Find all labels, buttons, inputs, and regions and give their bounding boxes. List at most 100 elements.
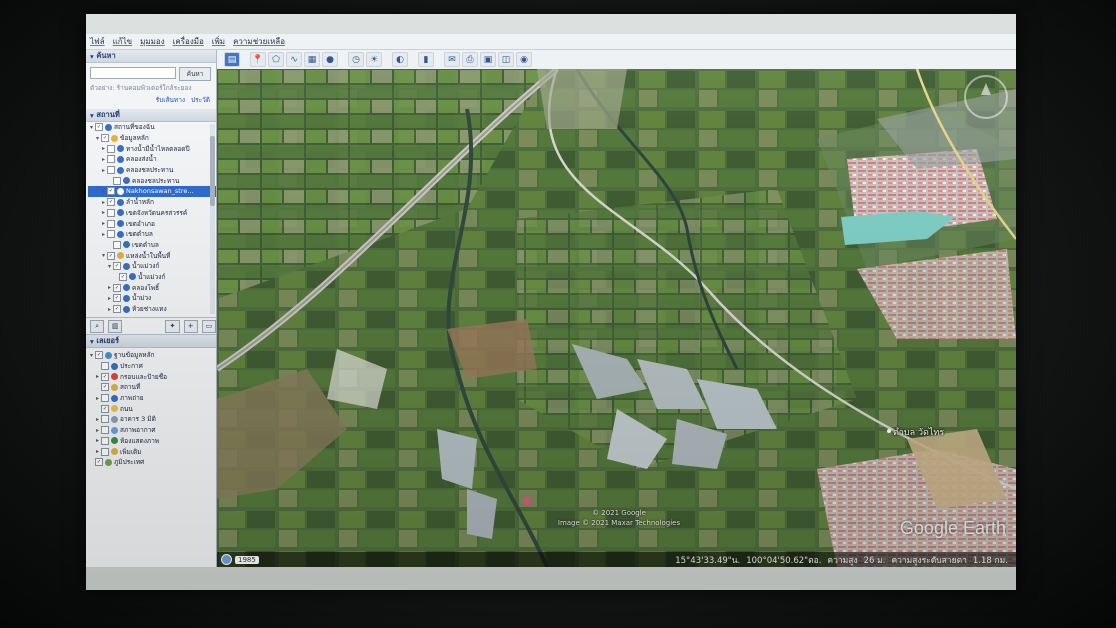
- places-panel-header[interactable]: ▾ สถานที่: [86, 109, 216, 122]
- visibility-checkbox[interactable]: [107, 219, 115, 228]
- folder-view-icon[interactable]: ▭: [201, 319, 216, 333]
- visibility-checkbox[interactable]: [101, 415, 109, 424]
- search-button[interactable]: ค้นหา: [179, 67, 211, 81]
- search-places-icon[interactable]: ⌕: [90, 319, 105, 333]
- planets-icon[interactable]: ◐: [392, 52, 408, 67]
- image-overlay-icon[interactable]: ▦: [304, 52, 320, 67]
- places-tree-item[interactable]: ▸ คลองชลประทาน: [88, 165, 216, 176]
- layers-panel-header[interactable]: ▾ เลเยอร์: [86, 335, 216, 348]
- layers-tree-item[interactable]: ✓ ภูมิประเทศ: [88, 457, 216, 468]
- places-tree-item[interactable]: ▸ ✓ น้ำม่วง: [88, 293, 216, 304]
- expand-icon[interactable]: ▸: [94, 437, 101, 444]
- expand-icon[interactable]: ▸: [94, 448, 101, 455]
- places-tree-item[interactable]: ▸ ทางน้ำมีน้ำไหลตลอดปี: [88, 143, 216, 154]
- places-tree-item[interactable]: ▾ ✓ น้ำแม่วงก์: [88, 261, 216, 272]
- places-tree-item[interactable]: คลองชลประทาน: [88, 175, 216, 186]
- visibility-checkbox[interactable]: [107, 166, 115, 175]
- email-icon[interactable]: ✉: [444, 52, 460, 67]
- search-input[interactable]: [90, 67, 176, 79]
- menu-item-0[interactable]: ไฟล์: [86, 35, 109, 48]
- expand-icon[interactable]: ▾: [94, 135, 101, 142]
- expand-icon[interactable]: ▸: [100, 145, 107, 152]
- places-tree-item[interactable]: ▸ ✓ ลำน้ำหลัก: [88, 197, 216, 208]
- visibility-checkbox[interactable]: ✓: [107, 251, 115, 260]
- history-link[interactable]: ประวัติ: [191, 95, 210, 105]
- save-image-icon[interactable]: ▣: [480, 52, 496, 67]
- layers-tree-item[interactable]: ▸ สภาพอากาศ: [88, 425, 216, 436]
- expand-icon[interactable]: ▸: [94, 373, 101, 380]
- places-tree-item[interactable]: ▸ เขตอำเภอ: [88, 218, 216, 229]
- expand-icon[interactable]: ▸: [106, 295, 113, 302]
- places-tree-item[interactable]: ▾ ✓ ข้อมูลหลัก: [88, 133, 216, 144]
- visibility-checkbox[interactable]: ✓: [95, 458, 103, 467]
- places-tree-item[interactable]: ▸ เขตจังหวัดนครสวรรค์: [88, 208, 216, 219]
- layers-tree-item[interactable]: ✓ ถนน: [88, 403, 216, 414]
- sidebar-toggle-icon[interactable]: ▤: [224, 52, 240, 67]
- expand-icon[interactable]: ▸: [94, 395, 101, 402]
- visibility-checkbox[interactable]: ✓: [107, 187, 115, 196]
- visibility-checkbox[interactable]: ✓: [113, 283, 121, 292]
- layers-tree-item[interactable]: ▸ อาคาร 3 มิติ: [88, 414, 216, 425]
- polygon-icon[interactable]: ⬠: [268, 52, 284, 67]
- expand-icon[interactable]: ▾: [106, 263, 113, 270]
- placemark-icon[interactable]: 📍: [250, 52, 266, 67]
- move-up-icon[interactable]: ✦: [165, 319, 180, 333]
- expand-icon[interactable]: ▸: [100, 231, 107, 238]
- expand-icon[interactable]: ▸: [100, 220, 107, 227]
- panel-toggle-icon[interactable]: ▥: [108, 319, 123, 333]
- visibility-checkbox[interactable]: ✓: [95, 351, 103, 360]
- visibility-checkbox[interactable]: [113, 176, 121, 185]
- maps-icon[interactable]: ◫: [498, 52, 514, 67]
- layers-tree-item[interactable]: ▸ ห้องแสดงภาพ: [88, 436, 216, 447]
- visibility-checkbox[interactable]: ✓: [113, 305, 121, 314]
- layers-tree-item[interactable]: ▸ ✓ กรอบและป้ายชื่อ: [88, 371, 216, 382]
- compass-icon[interactable]: [964, 75, 1008, 119]
- menu-item-5[interactable]: ความช่วยเหลือ: [229, 35, 289, 48]
- visibility-checkbox[interactable]: [101, 426, 109, 435]
- visibility-checkbox[interactable]: ✓: [101, 404, 109, 413]
- places-tree-item[interactable]: เขตตำบล: [88, 240, 216, 251]
- visibility-checkbox[interactable]: ✓: [95, 123, 103, 132]
- add-icon[interactable]: +: [183, 319, 198, 333]
- visibility-checkbox[interactable]: [101, 436, 109, 445]
- visibility-checkbox[interactable]: [101, 362, 109, 371]
- menu-item-4[interactable]: เพิ่ม: [208, 35, 229, 48]
- places-tree-item[interactable]: ▾ ✓ แหล่งน้ำในพื้นที่: [88, 250, 216, 261]
- visibility-checkbox[interactable]: ✓: [119, 272, 127, 281]
- visibility-checkbox[interactable]: [101, 447, 109, 456]
- places-tree-item[interactable]: ▾ ✓ สถานที่ของฉัน: [88, 122, 216, 133]
- get-directions-link[interactable]: รับเส้นทาง: [156, 95, 185, 105]
- record-tour-icon[interactable]: ●: [322, 52, 338, 67]
- layers-tree-item[interactable]: ประกาศ: [88, 361, 216, 372]
- places-tree-item[interactable]: ▸ คลองส่งน้ำ: [88, 154, 216, 165]
- menu-item-1[interactable]: แก้ไข: [109, 35, 137, 48]
- imagery-year[interactable]: 1985: [221, 554, 259, 565]
- earth-icon[interactable]: ◉: [516, 52, 532, 67]
- search-panel-header[interactable]: ▾ ค้นหา: [86, 50, 216, 63]
- expand-icon[interactable]: ▸: [100, 209, 107, 216]
- visibility-checkbox[interactable]: ✓: [107, 198, 115, 207]
- layers-tree-item[interactable]: ▾ ✓ ฐานข้อมูลหลัก: [88, 350, 216, 361]
- visibility-checkbox[interactable]: ✓: [101, 383, 109, 392]
- visibility-checkbox[interactable]: [101, 394, 109, 403]
- layers-tree-item[interactable]: ▸ ภาพถ่าย: [88, 393, 216, 404]
- places-tree-item[interactable]: ▸ ✓ ห้วยช่างแทง: [88, 304, 216, 315]
- layers-tree-item[interactable]: ✓ สถานที่: [88, 382, 216, 393]
- expand-icon[interactable]: ▸: [100, 156, 107, 163]
- visibility-checkbox[interactable]: [107, 208, 115, 217]
- expand-icon[interactable]: ▸: [100, 167, 107, 174]
- sunlight-icon[interactable]: ☀: [366, 52, 382, 67]
- visibility-checkbox[interactable]: [107, 144, 115, 153]
- visibility-checkbox[interactable]: ✓: [113, 294, 121, 303]
- expand-icon[interactable]: ▸: [100, 188, 107, 195]
- menu-item-3[interactable]: เครื่องมือ: [169, 35, 208, 48]
- expand-icon[interactable]: ▸: [94, 416, 101, 423]
- visibility-checkbox[interactable]: ✓: [101, 134, 109, 143]
- places-tree-item[interactable]: ▸ เขตตำบล: [88, 229, 216, 240]
- visibility-checkbox[interactable]: [107, 230, 115, 239]
- visibility-checkbox[interactable]: ✓: [101, 372, 109, 381]
- ruler-icon[interactable]: ▮: [418, 52, 434, 67]
- places-tree-item[interactable]: ▸ ✓ คลองโพธิ์: [88, 282, 216, 293]
- expand-icon[interactable]: ▸: [94, 427, 101, 434]
- path-icon[interactable]: ∿: [286, 52, 302, 67]
